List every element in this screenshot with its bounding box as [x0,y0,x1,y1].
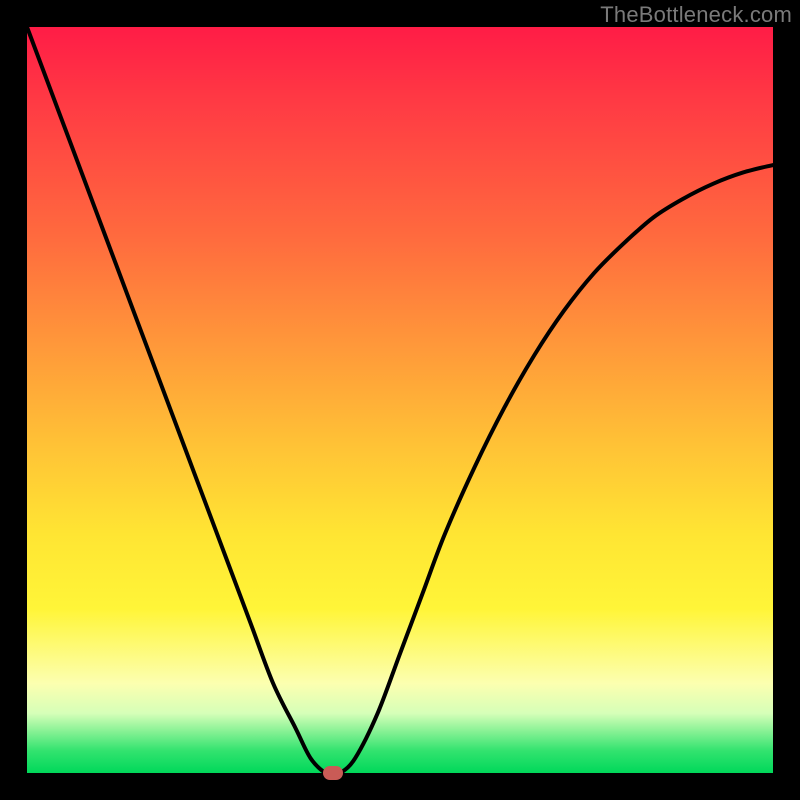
watermark-text: TheBottleneck.com [600,2,792,28]
bottleneck-curve [27,27,773,773]
minimum-marker [323,766,343,780]
chart-plot-area [27,27,773,773]
chart-frame: TheBottleneck.com [0,0,800,800]
